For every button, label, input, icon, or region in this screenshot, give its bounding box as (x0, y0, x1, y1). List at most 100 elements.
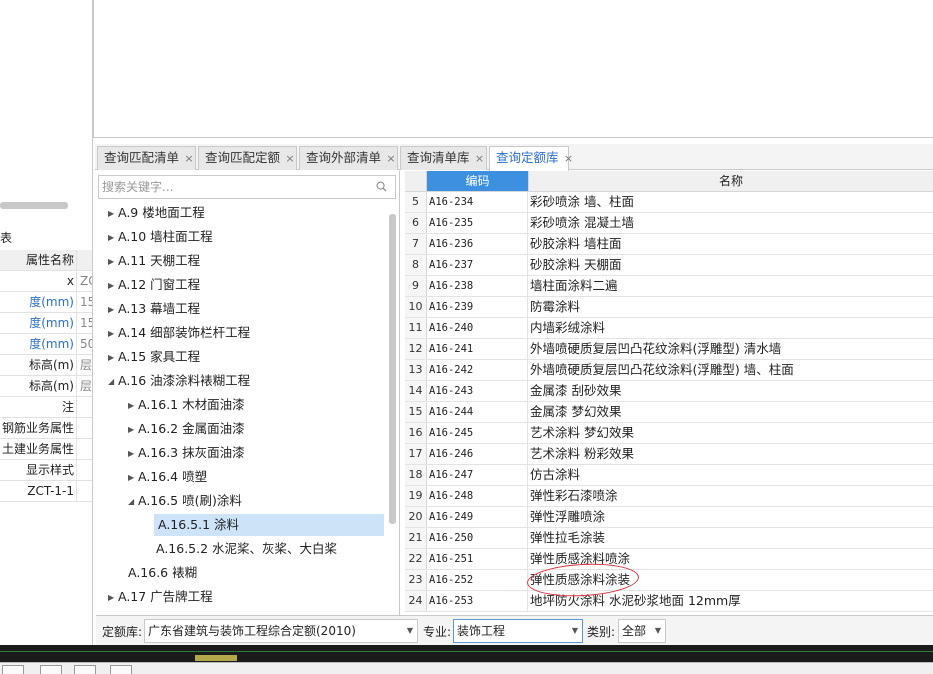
property-row[interactable]: ZCT-1-1 (0, 481, 92, 502)
quota-code: A16-236 (427, 234, 528, 254)
tree-item[interactable]: ▶ A.12 门窗工程 (108, 274, 200, 296)
tree-item[interactable]: ▶ A.16.4 喷塑 (128, 466, 207, 488)
property-row[interactable]: xZC (0, 271, 92, 292)
tab-query-4[interactable]: 查询定额库 × (489, 146, 573, 171)
tree-item[interactable]: A.16.6 裱糊 (128, 562, 197, 584)
tree-item[interactable]: A.16.5.1 涂料 (154, 514, 384, 536)
tree-item[interactable]: ▶ A.16.3 抹灰面油漆 (128, 442, 245, 464)
table-row[interactable]: 6 A16-235 彩砂喷涂 混凝土墙 (405, 213, 933, 234)
quota-code: A16-244 (427, 402, 528, 422)
quota-name: 彩砂喷涂 墙、柱面 (530, 194, 634, 209)
chevron-right-icon[interactable]: ▶ (128, 419, 138, 441)
property-row[interactable]: 标高(m) 层 (0, 355, 92, 376)
tree-item[interactable]: ▶ A.10 墙柱面工程 (108, 226, 213, 248)
toolbar-icon[interactable] (40, 665, 62, 674)
quota-name: 艺术涂料 粉彩效果 (530, 446, 634, 461)
tab-query-3[interactable]: 查询清单库 × (400, 146, 487, 170)
tree-item[interactable]: ◢ A.16.5 喷(刷)涂料 (128, 490, 242, 512)
toolbar-icon[interactable] (74, 665, 96, 674)
table-row[interactable]: 19 A16-248 弹性彩石漆喷涂 (405, 486, 933, 507)
tree-item[interactable]: ▶ A.17 广告牌工程 (108, 586, 213, 608)
chevron-right-icon[interactable]: ▶ (108, 323, 118, 345)
toolbar-icon[interactable] (110, 665, 132, 674)
table-row[interactable]: 18 A16-247 仿古涂料 (405, 465, 933, 486)
table-row[interactable]: 24 A16-253 地坪防火涂料 水泥砂浆地面 12mm厚 (405, 591, 933, 612)
tree-item-label: A.15 家具工程 (118, 349, 201, 364)
property-row[interactable]: 度(mm)15 (0, 292, 92, 313)
row-number: 13 (405, 360, 427, 380)
tab-query-2[interactable]: 查询外部清单 × (299, 146, 398, 170)
chevron-right-icon[interactable]: ▶ (108, 299, 118, 321)
table-row[interactable]: 8 A16-237 砂胶涂料 天棚面 (405, 255, 933, 276)
close-icon[interactable]: × (283, 148, 297, 170)
property-value: 15 (76, 313, 92, 333)
quota-code: A16-250 (427, 528, 528, 548)
row-number: 20 (405, 507, 427, 527)
tree-item[interactable]: ▶ A.9 楼地面工程 (108, 202, 205, 224)
chevron-down-icon[interactable]: ◢ (128, 491, 138, 513)
chevron-right-icon[interactable]: ▶ (108, 251, 118, 273)
table-row[interactable]: 14 A16-243 金属漆 刮砂效果 (405, 381, 933, 402)
tree-item[interactable]: ▶ A.11 天棚工程 (108, 250, 200, 272)
table-row[interactable]: 5 A16-234 彩砂喷涂 墙、柱面 (405, 192, 933, 213)
chevron-down-icon[interactable]: ◢ (108, 371, 118, 393)
close-icon[interactable]: × (384, 148, 398, 170)
close-icon[interactable]: × (562, 148, 576, 170)
quota-library-select[interactable]: 广东省建筑与装饰工程综合定额(2010) ▼ (144, 619, 418, 643)
tree-item[interactable]: ◢ A.16 油漆涂料裱糊工程 (108, 370, 250, 392)
property-row[interactable]: 土建业务属性 (0, 439, 92, 460)
table-row[interactable]: 7 A16-236 砂胶涂料 墙柱面 (405, 234, 933, 255)
tree-item[interactable]: A.16.5.2 水泥桨、灰桨、大白桨 (156, 538, 337, 560)
table-row[interactable]: 22 A16-251 弹性质感涂料喷涂 (405, 549, 933, 570)
chevron-right-icon[interactable]: ▶ (108, 587, 118, 609)
tab-query-1[interactable]: 查询匹配定额 × (198, 146, 297, 170)
chevron-right-icon[interactable]: ▶ (108, 227, 118, 249)
chevron-right-icon[interactable]: ▶ (108, 347, 118, 369)
property-row[interactable]: 钢筋业务属性 (0, 418, 92, 439)
table-row[interactable]: 11 A16-240 内墙彩绒涂料 (405, 318, 933, 339)
property-row[interactable]: 标高(m) 层 (0, 376, 92, 397)
table-row[interactable]: 17 A16-246 艺术涂料 粉彩效果 (405, 444, 933, 465)
close-icon[interactable]: × (182, 148, 196, 170)
quota-code: A16-239 (427, 297, 528, 317)
tree-item[interactable]: ▶ A.15 家具工程 (108, 346, 200, 368)
table-row[interactable]: 10 A16-239 防霉涂料 (405, 297, 933, 318)
grid-header-name[interactable]: 名称 (529, 171, 933, 192)
property-name: 度(mm) (29, 337, 74, 351)
table-row[interactable]: 20 A16-249 弹性浮雕喷涂 (405, 507, 933, 528)
row-number: 6 (405, 213, 427, 233)
table-row[interactable]: 12 A16-241 外墙喷硬质复层凹凸花纹涂料(浮雕型) 清水墙 (405, 339, 933, 360)
tree-item[interactable]: ▶ A.16.1 木材面油漆 (128, 394, 245, 416)
property-row[interactable]: 度(mm)50 (0, 334, 92, 355)
table-row[interactable]: 21 A16-250 弹性拉毛涂装 (405, 528, 933, 549)
table-row[interactable]: 15 A16-244 金属漆 梦幻效果 (405, 402, 933, 423)
chevron-right-icon[interactable]: ▶ (128, 467, 138, 489)
category-select[interactable]: 全部 ▼ (618, 619, 666, 643)
tree-item[interactable]: ▶ A.14 细部装饰栏杆工程 (108, 322, 250, 344)
chevron-right-icon[interactable]: ▶ (128, 395, 138, 417)
close-icon[interactable]: × (473, 148, 487, 170)
tree-item[interactable]: ▶ A.16.2 金属面油漆 (128, 418, 245, 440)
property-row[interactable]: 注 (0, 397, 92, 418)
search-input[interactable] (99, 176, 369, 198)
table-row[interactable]: 16 A16-245 艺术涂料 梦幻效果 (405, 423, 933, 444)
tree-vertical-scrollbar[interactable] (389, 214, 396, 524)
toolbar-icon[interactable] (2, 665, 24, 674)
property-row[interactable]: 度(mm)15 (0, 313, 92, 334)
tab-query-0[interactable]: 查询匹配清单 × (97, 146, 196, 170)
chevron-right-icon[interactable]: ▶ (108, 203, 118, 225)
major-select[interactable]: 装饰工程 ▼ (453, 619, 583, 643)
search-icon[interactable] (376, 181, 387, 192)
chevron-right-icon[interactable]: ▶ (108, 275, 118, 297)
quota-tree-panel: ▶A.9 楼地面工程▶A.10 墙柱面工程▶A.11 天棚工程▶A.12 门窗工… (96, 171, 400, 615)
tree-item[interactable]: ▶ A.13 幕墙工程 (108, 298, 200, 320)
property-value (76, 418, 92, 438)
property-row[interactable]: 显示样式 (0, 460, 92, 481)
table-row[interactable]: 13 A16-242 外墙喷硬质复层凹凸花纹涂料(浮雕型) 墙、柱面 (405, 360, 933, 381)
table-row[interactable]: 23 A16-252 弹性质感涂料涂装 (405, 570, 933, 591)
grid-header-code[interactable]: 编码 (427, 171, 529, 192)
left-horizontal-scrollbar[interactable] (0, 202, 68, 209)
table-row[interactable]: 9 A16-238 墙柱面涂料二遍 (405, 276, 933, 297)
property-value: 15 (76, 292, 92, 312)
chevron-right-icon[interactable]: ▶ (128, 443, 138, 465)
